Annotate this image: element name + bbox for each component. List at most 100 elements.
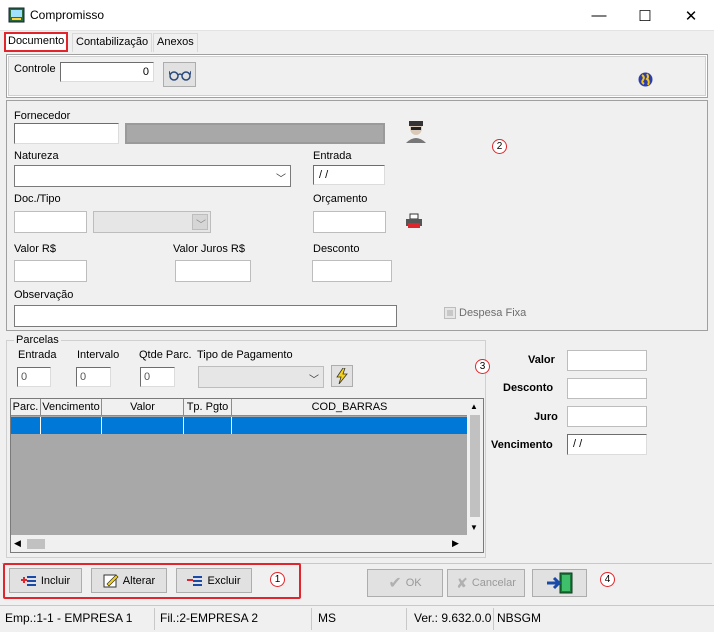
side-vencimento-label: Vencimento [491,439,553,451]
side-valor-input[interactable] [567,350,647,371]
natureza-select[interactable]: ﹀ [14,165,291,187]
chevron-down-icon: ﹀ [309,375,319,386]
minimize-button[interactable]: — [576,0,622,31]
natureza-label: Natureza [14,150,59,162]
desconto-input[interactable] [312,260,392,282]
chevron-down-icon: ﹀ [196,220,206,231]
check-icon: ✔ [388,575,402,592]
cancelar-button[interactable]: ✘ Cancelar [447,569,525,597]
status-empresa: Emp.:1-1 - EMPRESA 1 [5,611,133,625]
annotation-badge-1: 1 [270,572,285,587]
tab-documento[interactable]: Documento [4,32,69,52]
sair-button[interactable] [532,569,587,597]
side-desconto-input[interactable] [567,378,647,399]
annotation-badge-2: 2 [492,139,507,154]
incluir-button[interactable]: Incluir [9,568,82,593]
person-lookup-icon[interactable] [403,118,429,144]
status-filial: Fil.:2-EMPRESA 2 [160,611,259,625]
cancel-x-icon: ✘ [456,574,468,591]
qtde-parc-label: Qtde Parc. [139,349,192,361]
ok-label: OK [405,577,422,589]
annotation-badge-4: 4 [600,572,615,587]
observacao-input[interactable] [14,305,397,327]
scroll-right-icon[interactable]: ▶ [452,538,459,549]
side-juro-label: Juro [534,411,558,423]
orcamento-label: Orçamento [313,193,368,205]
tipo-pagamento-label: Tipo de Pagamento [197,349,293,361]
alterar-button[interactable]: Alterar [91,568,167,593]
close-button[interactable]: ✕ [668,0,714,31]
scroll-left-icon[interactable]: ◀ [14,538,21,549]
generate-parcelas-button[interactable] [331,365,353,387]
fornecedor-code-input[interactable] [14,123,119,144]
side-valor-label: Valor [528,354,555,366]
incluir-label: Incluir [40,574,71,587]
doc-input[interactable] [14,211,87,233]
annotation-badge-3: 3 [475,359,490,374]
intervalo-input[interactable]: 0 [76,367,111,387]
valor-input[interactable] [14,260,87,282]
doc-tipo-label: Doc./Tipo [14,193,61,205]
glasses-icon [168,70,191,81]
delete-row-icon [187,575,203,586]
despesa-fixa-checkbox[interactable] [444,307,456,319]
parcelas-grid[interactable]: Parc. Vencimento Valor Tp. Pgto COD_BARR… [10,398,484,553]
globe-icon[interactable] [638,72,653,87]
horizontal-scrollbar[interactable]: ◀ ▶ [11,535,483,552]
entrada-label: Entrada [313,150,352,162]
controle-label: Controle [14,63,56,75]
alterar-label: Alterar [122,574,156,587]
status-user: NBSGM [497,611,542,625]
add-row-icon [20,575,36,586]
ok-button[interactable]: ✔ OK [367,569,443,597]
exit-door-icon [546,572,572,594]
tipo-select[interactable]: ﹀ [93,211,211,233]
scroll-thumb[interactable] [470,415,480,517]
desconto-label: Desconto [313,243,360,255]
lightning-icon [336,368,348,384]
side-vencimento-input[interactable]: / / [567,434,647,455]
entrada-date-input[interactable]: / / [313,165,385,185]
vertical-scrollbar[interactable]: ▲ ▼ [467,399,483,535]
grid-col-parc[interactable]: Parc. [11,399,41,415]
grid-col-valor[interactable]: Valor [102,399,184,415]
scroll-down-icon[interactable]: ▼ [470,523,478,532]
fornecedor-name-field [125,123,385,144]
parcelas-entrada-input[interactable]: 0 [17,367,51,387]
grid-col-cod-barras[interactable]: COD_BARRAS [232,399,467,415]
status-uf: MS [318,611,336,625]
tab-anexos[interactable]: Anexos [153,33,198,52]
excluir-label: Excluir [207,574,241,587]
status-version: Ver.: 9.632.0.0 [414,611,492,625]
valor-juros-input[interactable] [175,260,251,282]
search-button[interactable] [163,62,196,87]
valor-juros-label: Valor Juros R$ [173,243,245,255]
scroll-thumb-h[interactable] [27,539,45,549]
grid-header: Parc. Vencimento Valor Tp. Pgto COD_BARR… [11,399,467,416]
tab-contabilizacao[interactable]: Contabilização [72,33,153,52]
table-row[interactable] [11,417,467,434]
window-title: Compromisso [30,8,105,22]
status-bar: Emp.:1-1 - EMPRESA 1 Fil.:2-EMPRESA 2 MS… [0,605,714,632]
excluir-button[interactable]: Excluir [176,568,252,593]
grid-col-vencimento[interactable]: Vencimento [41,399,102,415]
app-icon [8,7,25,23]
scroll-up-icon[interactable]: ▲ [470,402,478,411]
fornecedor-label: Fornecedor [14,110,71,122]
maximize-button[interactable]: ☐ [622,0,668,31]
side-juro-input[interactable] [567,406,647,427]
orcamento-input[interactable] [313,211,386,233]
controle-input[interactable]: 0 [60,62,154,82]
parcelas-entrada-label: Entrada [18,349,57,361]
grid-col-tp-pgto[interactable]: Tp. Pgto [184,399,232,415]
tipo-pagamento-select[interactable]: ﹀ [198,366,324,388]
printer-icon[interactable] [405,213,423,229]
edit-icon [103,574,119,588]
chevron-down-icon: ﹀ [276,174,286,185]
observacao-label: Observação [14,289,74,301]
side-desconto-label: Desconto [503,382,554,394]
parcelas-group-label: Parcelas [14,334,61,346]
cancelar-label: Cancelar [471,577,516,589]
qtde-parc-input[interactable]: 0 [140,367,175,387]
valor-label: Valor R$ [14,243,56,255]
